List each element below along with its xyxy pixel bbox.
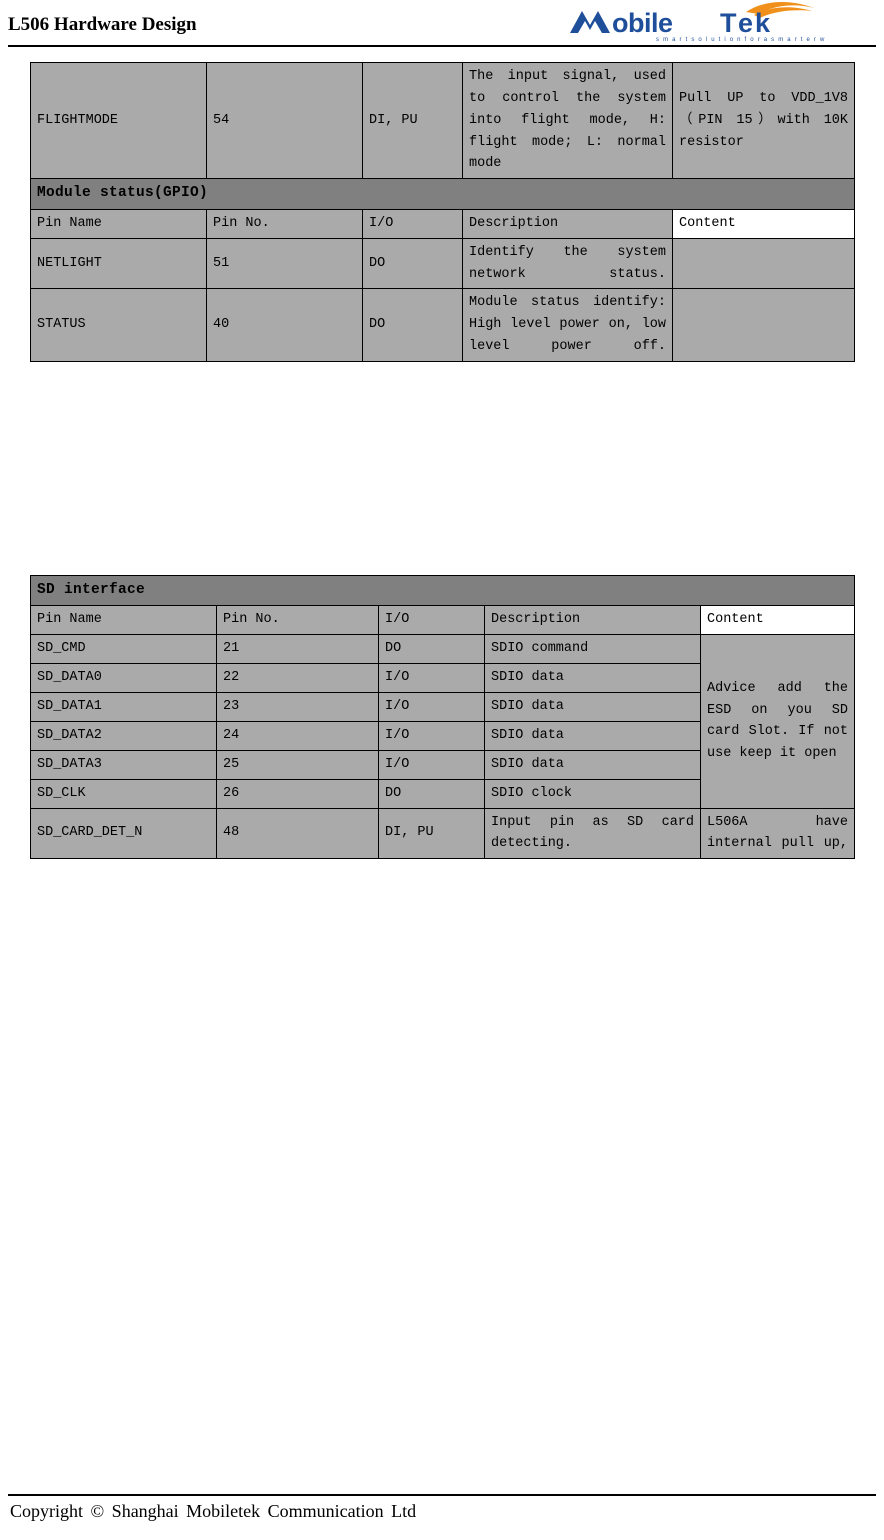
cell-pin-name: FLIGHTMODE <box>30 61 207 180</box>
pin-table-sd-interface: SD interface Pin Name Pin No. I/O Descri… <box>29 574 856 860</box>
header-divider <box>8 45 876 47</box>
section-title-sd-interface: SD interface <box>29 574 856 607</box>
page-header: L506 Hardware Design obile T e k s m a r… <box>0 0 884 50</box>
cell-pin-name: NETLIGHT <box>30 237 207 290</box>
cell-io: DO <box>378 634 485 665</box>
table-header-row: Pin Name Pin No. I/O Description Content <box>30 605 856 636</box>
header-content: Content <box>672 208 855 239</box>
cell-pin-name: SD_DATA3 <box>30 749 217 780</box>
cell-pin-no: 51 <box>206 237 363 290</box>
svg-text:k: k <box>755 8 771 38</box>
table-row: STATUS 40 DO Module status identify: Hig… <box>30 288 855 362</box>
cell-description: Input pin as SD card detecting. <box>484 807 701 860</box>
cell-pin-no: 54 <box>206 61 363 180</box>
cell-pin-no: 21 <box>216 634 379 665</box>
header-content: Content <box>699 605 856 636</box>
cell-description: Module status identify: High level power… <box>462 288 673 362</box>
cell-content <box>672 288 855 362</box>
cell-content <box>672 237 855 290</box>
table-row: FLIGHTMODE 54 DI, PU The input signal, u… <box>30 61 855 180</box>
header-pin-no: Pin No. <box>216 605 379 636</box>
table-header-row: Pin Name Pin No. I/O Description Content <box>30 208 855 239</box>
cell-pin-name: SD_CMD <box>30 634 217 665</box>
cell-io: DO <box>362 237 463 290</box>
table-section-header-row: Module status(GPIO) <box>30 178 855 210</box>
table-row: SD_CARD_DET_N 48 DI, PU Input pin as SD … <box>30 807 856 860</box>
pin-table-module-status: FLIGHTMODE 54 DI, PU The input signal, u… <box>30 61 855 362</box>
logo-tagline: s m a r t s o l u t i o n f o r a s m a … <box>656 37 828 43</box>
cell-io: DO <box>378 778 485 809</box>
table-section-header-row: SD interface <box>29 574 856 607</box>
cell-pin-no: 22 <box>216 663 379 694</box>
header-io: I/O <box>362 208 463 239</box>
cell-pin-name: STATUS <box>30 288 207 362</box>
cell-description: Identify the system network status. <box>462 237 673 290</box>
cell-io: I/O <box>378 663 485 694</box>
cell-io: I/O <box>378 692 485 722</box>
cell-pin-name: SD_CLK <box>30 778 217 809</box>
cell-pin-no: 26 <box>216 778 379 809</box>
cell-pin-no: 40 <box>206 288 363 362</box>
cell-description: SDIO data <box>484 663 701 694</box>
cell-pin-name: SD_DATA1 <box>30 692 217 722</box>
cell-content-merged: Advice add the ESD on you SD card Slot. … <box>699 634 856 809</box>
document-page: L506 Hardware Design obile T e k s m a r… <box>0 0 884 1540</box>
cell-pin-no: 24 <box>216 720 379 751</box>
svg-text:e: e <box>738 8 753 38</box>
cell-description: SDIO data <box>484 749 701 780</box>
svg-text:obile: obile <box>612 8 673 38</box>
cell-io: I/O <box>378 749 485 780</box>
footer-divider <box>8 1494 876 1496</box>
table-row: NETLIGHT 51 DO Identify the system netwo… <box>30 237 855 290</box>
page-title: L506 Hardware Design <box>8 14 197 35</box>
cell-description: SDIO clock <box>484 778 701 809</box>
cell-io: I/O <box>378 720 485 751</box>
header-pin-name: Pin Name <box>30 208 207 239</box>
mobiletek-logo: obile T e k s m a r t s o l u t i o n f … <box>568 2 828 44</box>
header-pin-no: Pin No. <box>206 208 363 239</box>
cell-io: DI, PU <box>378 807 485 860</box>
section-title-module-status: Module status(GPIO) <box>30 178 855 210</box>
cell-content: Pull UP to VDD_1V8（PIN 15）with 10K resis… <box>672 61 855 180</box>
header-io: I/O <box>378 605 485 636</box>
cell-pin-no: 48 <box>216 807 379 860</box>
cell-pin-name: SD_DATA2 <box>30 720 217 751</box>
svg-text:T: T <box>720 8 737 38</box>
cell-content: L506A have internal pull up, <box>699 807 856 860</box>
cell-pin-name: SD_CARD_DET_N <box>30 807 217 860</box>
cell-pin-no: 25 <box>216 749 379 780</box>
footer-copyright: Copyright © Shanghai Mobiletek Communica… <box>10 1501 417 1521</box>
cell-description: SDIO command <box>484 634 701 665</box>
header-description: Description <box>484 605 701 636</box>
cell-description: The input signal, used to control the sy… <box>462 61 673 180</box>
cell-description: SDIO data <box>484 692 701 722</box>
cell-io: DO <box>362 288 463 362</box>
header-description: Description <box>462 208 673 239</box>
cell-pin-name: SD_DATA0 <box>30 663 217 694</box>
cell-io: DI, PU <box>362 61 463 180</box>
cell-description: SDIO data <box>484 720 701 751</box>
header-pin-name: Pin Name <box>30 605 217 636</box>
table-row: SD_CMD 21 DO SDIO command Advice add the… <box>30 634 856 809</box>
cell-pin-no: 23 <box>216 692 379 722</box>
